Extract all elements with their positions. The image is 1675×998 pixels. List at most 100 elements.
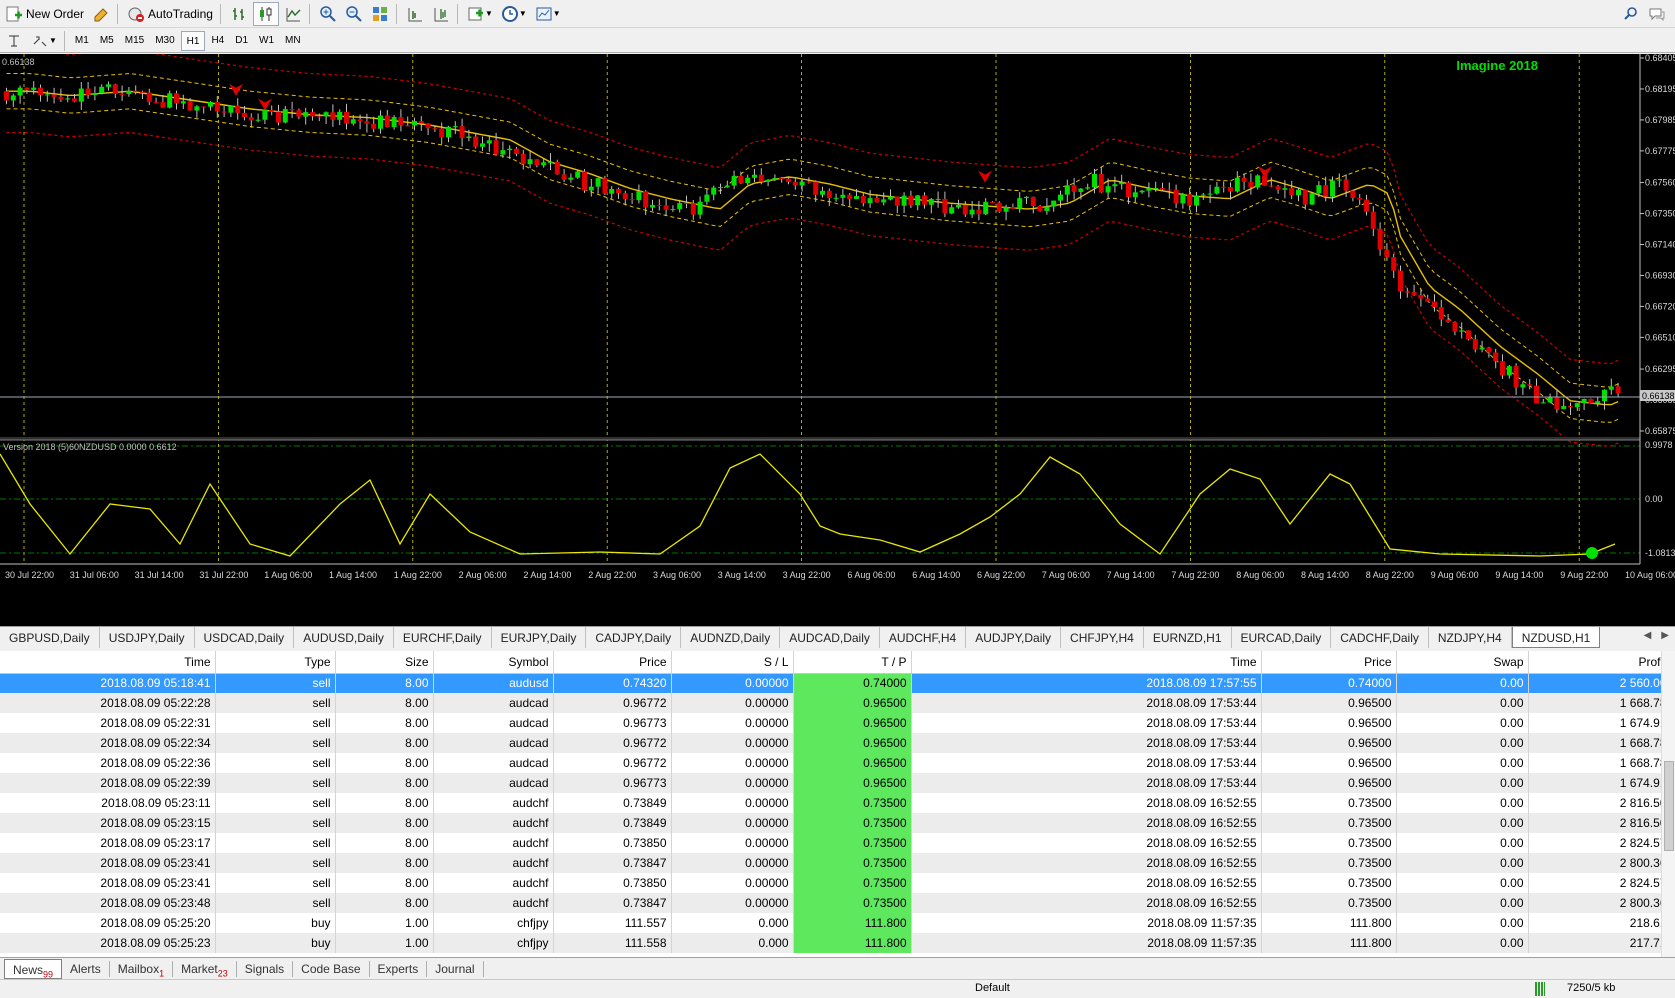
autotrading-button[interactable]: AutoTrading bbox=[124, 2, 216, 26]
timeframe-m5-button[interactable]: M5 bbox=[95, 31, 119, 51]
terminal-tab-signals[interactable]: Signals bbox=[237, 960, 294, 977]
bear-candle bbox=[214, 101, 220, 112]
table-row[interactable]: 2018.08.09 05:22:36 sell 8.00 audcad 0.96772… bbox=[0, 753, 1672, 773]
chart-tab-audjpy-daily[interactable]: AUDJPY,Daily bbox=[966, 627, 1062, 648]
column-header[interactable]: Symbol bbox=[433, 651, 554, 674]
chart-tab-usdjpy-daily[interactable]: USDJPY,Daily bbox=[100, 627, 195, 648]
chart-background bbox=[0, 54, 1675, 630]
timeframe-m30-button[interactable]: M30 bbox=[150, 31, 179, 51]
periods-button[interactable]: ▼ bbox=[498, 2, 530, 26]
column-header[interactable]: Profit bbox=[1528, 651, 1672, 674]
table-cell: buy bbox=[215, 933, 336, 953]
table-row[interactable]: 2018.08.09 05:23:17 sell 8.00 audchf 0.73850… bbox=[0, 833, 1672, 853]
zoom-out-icon bbox=[346, 5, 362, 22]
terminal-tab-alerts[interactable]: Alerts bbox=[62, 960, 110, 977]
chart-tab-eurjpy-daily[interactable]: EURJPY,Daily bbox=[492, 627, 587, 648]
chart-tab-audcad-daily[interactable]: AUDCAD,Daily bbox=[780, 627, 880, 648]
chart-tab-eurnzd-h1[interactable]: EURNZD,H1 bbox=[1144, 627, 1232, 648]
crosshair-button[interactable] bbox=[2, 29, 26, 53]
table-row[interactable]: 2018.08.09 05:23:48 sell 8.00 audchf 0.73847… bbox=[0, 893, 1672, 913]
status-traffic: 7250/5 kb bbox=[1567, 982, 1616, 994]
bar-chart-icon bbox=[232, 7, 244, 20]
chart-shift-button[interactable] bbox=[429, 2, 453, 26]
chart-tab-eurchf-daily[interactable]: EURCHF,Daily bbox=[394, 627, 492, 648]
arrows-button[interactable]: ▼ bbox=[28, 29, 60, 53]
vertical-scrollbar[interactable] bbox=[1661, 651, 1675, 957]
bull-candle bbox=[1003, 207, 1009, 212]
price-chart[interactable]: Imagine 2018 0.66138 Version 2018 (5)60N… bbox=[0, 54, 1675, 630]
search-button[interactable] bbox=[1619, 2, 1643, 26]
chart-tab-audnzd-daily[interactable]: AUDNZD,Daily bbox=[681, 627, 781, 648]
chart-tab-audusd-daily[interactable]: AUDUSD,Daily bbox=[294, 627, 394, 648]
table-row[interactable]: 2018.08.09 05:22:31 sell 8.00 audcad 0.96773… bbox=[0, 713, 1672, 733]
column-header[interactable]: Price bbox=[553, 651, 672, 674]
chat-button[interactable] bbox=[1645, 2, 1669, 26]
chart-tab-usdcad-daily[interactable]: USDCAD,Daily bbox=[195, 627, 295, 648]
zoom-in-button[interactable] bbox=[316, 2, 340, 26]
auto-scroll-button[interactable] bbox=[403, 2, 427, 26]
bar-chart-button[interactable] bbox=[227, 2, 251, 26]
table-row[interactable]: 2018.08.09 05:22:28 sell 8.00 audcad 0.96772… bbox=[0, 693, 1672, 713]
chart-tab-cadchf-daily[interactable]: CADCHF,Daily bbox=[1331, 627, 1429, 648]
tile-windows-button[interactable] bbox=[368, 2, 392, 26]
indicators-button[interactable]: ▼ bbox=[464, 2, 496, 26]
column-header[interactable]: Size bbox=[335, 651, 434, 674]
templates-button[interactable]: ▼ bbox=[532, 2, 564, 26]
tab-scroll-right-icon[interactable]: ▶ bbox=[1655, 627, 1675, 648]
dropdown-arrow-icon: ▼ bbox=[518, 9, 527, 18]
chart-tab-eurcad-daily[interactable]: EURCAD,Daily bbox=[1232, 627, 1332, 648]
timeframe-w1-button[interactable]: W1 bbox=[254, 31, 279, 51]
table-cell: audcad bbox=[433, 773, 554, 793]
table-row[interactable]: 2018.08.09 05:22:39 sell 8.00 audcad 0.96773… bbox=[0, 773, 1672, 793]
chart-tab-audchf-h4[interactable]: AUDCHF,H4 bbox=[880, 627, 967, 648]
timeframe-h4-button[interactable]: H4 bbox=[206, 31, 229, 51]
column-header[interactable]: Type bbox=[215, 651, 336, 674]
table-row[interactable]: 2018.08.09 05:23:15 sell 8.00 audchf 0.73849… bbox=[0, 813, 1672, 833]
timeframe-d1-button[interactable]: D1 bbox=[230, 31, 253, 51]
terminal-tab-mailbox[interactable]: Mailbox1 bbox=[110, 960, 174, 978]
table-cell: sell bbox=[215, 793, 336, 813]
timeframe-m1-button[interactable]: M1 bbox=[70, 31, 94, 51]
table-cell: 111.800 bbox=[1261, 933, 1397, 953]
line-chart-button[interactable] bbox=[281, 2, 305, 26]
chart-tab-nzdusd-h1[interactable]: NZDUSD,H1 bbox=[1511, 627, 1601, 648]
table-row[interactable]: 2018.08.09 05:23:41 sell 8.00 audchf 0.73850… bbox=[0, 873, 1672, 893]
column-header[interactable]: Time bbox=[911, 651, 1262, 674]
timeframe-m15-button[interactable]: M15 bbox=[120, 31, 149, 51]
terminal-tab-market[interactable]: Market23 bbox=[173, 960, 237, 978]
column-header[interactable]: Swap bbox=[1396, 651, 1529, 674]
table-row[interactable]: 2018.08.09 05:18:41 sell 8.00 audusd 0.74320… bbox=[0, 673, 1672, 693]
candlestick-button[interactable] bbox=[252, 1, 279, 26]
new-order-button[interactable]: New Order bbox=[2, 2, 87, 26]
table-row[interactable]: 2018.08.09 05:23:11 sell 8.00 audchf 0.73849… bbox=[0, 793, 1672, 813]
chart-tab-nzdjpy-h4[interactable]: NZDJPY,H4 bbox=[1429, 627, 1512, 648]
zoom-out-button[interactable] bbox=[342, 2, 366, 26]
table-row[interactable]: 2018.08.09 05:25:20 buy 1.00 chfjpy 111.557 0… bbox=[0, 913, 1672, 933]
column-header[interactable]: Time bbox=[0, 651, 216, 674]
table-row[interactable]: 2018.08.09 05:22:34 sell 8.00 audcad 0.96772… bbox=[0, 733, 1672, 753]
scrollbar-thumb[interactable] bbox=[1664, 761, 1674, 851]
bear-candle bbox=[153, 101, 159, 103]
chart-tab-chfjpy-h4[interactable]: CHFJPY,H4 bbox=[1061, 627, 1144, 648]
column-header[interactable]: Price bbox=[1261, 651, 1397, 674]
terminal-tab-news[interactable]: News99 bbox=[4, 958, 63, 979]
bear-candle bbox=[1160, 187, 1165, 190]
price-tick-label: 0.67560 bbox=[1645, 178, 1675, 188]
price-tick-label: 0.66510 bbox=[1645, 332, 1675, 342]
column-header[interactable]: S / L bbox=[671, 651, 794, 674]
terminal-tab-code-base[interactable]: Code Base bbox=[293, 960, 370, 977]
terminal-tab-experts[interactable]: Experts bbox=[370, 960, 428, 977]
chart-tab-gbpusd-daily[interactable]: GBPUSD,Daily bbox=[0, 627, 100, 648]
table-row[interactable]: 2018.08.09 05:25:23 buy 1.00 chfjpy 111.558 0… bbox=[0, 933, 1672, 953]
chart-tab-cadjpy-daily[interactable]: CADJPY,Daily bbox=[586, 627, 682, 648]
terminal-tab-label: Market bbox=[181, 961, 218, 976]
table-row[interactable]: 2018.08.09 05:23:41 sell 8.00 audchf 0.73847… bbox=[0, 853, 1672, 873]
timeframe-mn-button[interactable]: MN bbox=[280, 31, 306, 51]
tab-scroll-left-icon[interactable]: ◀ bbox=[1640, 627, 1656, 648]
terminal-tab-journal[interactable]: Journal bbox=[427, 960, 484, 977]
timeframe-h1-button[interactable]: H1 bbox=[180, 30, 206, 51]
metaeditor-button[interactable] bbox=[89, 2, 113, 26]
subwindow-label: Version 2018 (5)60NZDUSD 0.0000 0.6612 bbox=[3, 442, 177, 452]
column-header[interactable]: T / P bbox=[793, 651, 912, 674]
bull-candle bbox=[833, 197, 839, 199]
